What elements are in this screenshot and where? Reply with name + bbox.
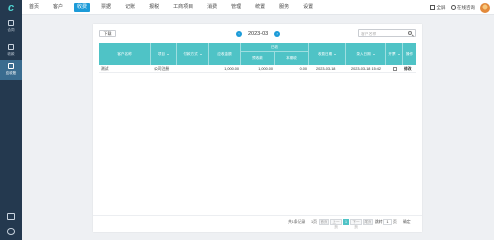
fullscreen-button[interactable]: 全屏 xyxy=(430,5,446,11)
nav-item-service[interactable]: 服务 xyxy=(276,3,292,12)
sort-icon xyxy=(397,53,400,55)
avatar[interactable] xyxy=(480,2,490,13)
pagination: 共1条记录 1页 首页 上一页 1 下一页 尾页 跳转 1 页 确定 xyxy=(93,215,422,229)
prev-month-button[interactable]: ‹ xyxy=(236,31,242,37)
sort-icon xyxy=(372,53,375,55)
nav-item-consumption[interactable]: 消费 xyxy=(204,3,220,12)
column-group-received: 已收 xyxy=(241,43,309,52)
page-count: 1页 xyxy=(311,220,317,224)
cell-charge-date: 2023-03-18 xyxy=(316,67,336,71)
prev-page-button[interactable]: 上一页 xyxy=(330,219,342,229)
online-service-button[interactable]: 在线咨询 xyxy=(450,4,475,11)
table-row: 测试 公司注册 1,000.00 1,000.00 0.00 2023-03-1… xyxy=(99,65,416,73)
last-page-button[interactable]: 尾页 xyxy=(363,219,373,225)
cell-customer: 测试 xyxy=(101,67,109,71)
sidebar-item-receivable[interactable]: 应收账 xyxy=(0,60,22,80)
download-button[interactable]: 下载 xyxy=(99,30,116,37)
fullscreen-icon xyxy=(430,5,435,10)
column-header-invoice[interactable]: 开票 xyxy=(386,43,403,65)
nav-item-home[interactable]: 首页 xyxy=(26,3,42,12)
sidebar-item-contract[interactable]: 合同 xyxy=(0,17,22,37)
payment-icon xyxy=(8,44,14,50)
nav-item-tax[interactable]: 报税 xyxy=(146,3,162,12)
sidebar-item-label: 合同 xyxy=(7,28,15,32)
current-page-button[interactable]: 1 xyxy=(343,219,349,225)
receivable-icon xyxy=(8,63,14,69)
nav-item-management[interactable]: 管理 xyxy=(228,3,244,12)
column-header-current: 本期收 xyxy=(275,52,309,65)
nav-item-bookkeeping[interactable]: 记账 xyxy=(122,3,138,12)
edit-link[interactable]: 修改 xyxy=(404,65,412,73)
cell-advance: 1,000.00 xyxy=(258,67,273,71)
column-header-advance: 预收款 xyxy=(241,52,275,65)
top-nav-bar: 首页 客户 收费 票据 记账 报税 工商项目 消费 管理 统置 服务 设置 全屏… xyxy=(22,0,494,15)
first-page-button[interactable]: 首页 xyxy=(319,219,329,225)
goto-label: 跳转 xyxy=(375,220,383,224)
sidebar: c 合同 收款 应收账 xyxy=(0,0,22,240)
cell-entry-date: 2023-03-18 15:42 xyxy=(351,67,381,71)
column-header-entry-date[interactable]: 录入日期 xyxy=(346,43,386,65)
month-navigator: ‹ 2023-03 › xyxy=(236,30,281,38)
dropdown-icon xyxy=(199,53,202,55)
search-input[interactable] xyxy=(361,30,405,37)
nav-item-settings[interactable]: 设置 xyxy=(300,3,316,12)
settings-icon[interactable] xyxy=(7,228,15,235)
nav-item-customers[interactable]: 客户 xyxy=(50,3,66,12)
sidebar-item-payment[interactable]: 收款 xyxy=(0,41,22,61)
contract-icon xyxy=(8,20,14,26)
customer-search xyxy=(358,29,416,37)
total-records: 共1条记录 xyxy=(288,220,306,224)
current-month: 2023-03 xyxy=(248,31,269,37)
page-unit: 页 xyxy=(393,220,397,224)
sidebar-item-label: 应收账 xyxy=(5,71,17,75)
dropdown-icon xyxy=(167,53,170,55)
headset-icon xyxy=(450,5,456,10)
chat-icon[interactable] xyxy=(7,213,15,220)
receivables-panel: 下载 ‹ 2023-03 › 客户名称 项目 付款方式 应收金额 已收 预收款 … xyxy=(93,24,422,232)
column-header-receivable: 应收金额 xyxy=(209,43,241,65)
nav-item-business-projects[interactable]: 工商项目 xyxy=(170,3,196,12)
column-header-charge-date[interactable]: 收费日期 xyxy=(309,43,346,65)
app-logo[interactable]: c xyxy=(3,2,19,15)
sidebar-item-label: 收款 xyxy=(7,52,15,56)
online-service-label: 在线咨询 xyxy=(457,4,475,10)
column-header-payment-method[interactable]: 付款方式 xyxy=(177,43,209,65)
cell-receivable: 1,000.00 xyxy=(224,67,239,71)
confirm-jump-button[interactable]: 确定 xyxy=(403,219,411,225)
top-right-tools: 全屏 在线咨询 xyxy=(430,2,490,13)
fullscreen-label: 全屏 xyxy=(436,4,446,10)
column-header-customer[interactable]: 客户名称 xyxy=(99,43,151,65)
table-header: 客户名称 项目 付款方式 应收金额 已收 预收款 本期收 收费日期 录入日期 开… xyxy=(99,43,416,65)
main-nav: 首页 客户 收费 票据 记账 报税 工商项目 消费 管理 统置 服务 设置 xyxy=(26,3,324,12)
nav-item-fees[interactable]: 收费 xyxy=(74,3,91,12)
nav-item-invoices[interactable]: 票据 xyxy=(98,3,114,12)
invoice-checkbox[interactable] xyxy=(393,67,397,71)
search-icon[interactable] xyxy=(408,31,412,36)
next-month-button[interactable]: › xyxy=(274,31,281,37)
cell-item: 公司注册 xyxy=(154,67,170,71)
cell-current: 0.00 xyxy=(299,67,307,71)
nav-item-statistics[interactable]: 统置 xyxy=(252,3,268,12)
next-page-button[interactable]: 下一页 xyxy=(350,219,362,229)
column-header-item[interactable]: 项目 xyxy=(151,43,177,65)
sort-icon xyxy=(334,53,337,55)
column-header-operation: 操作 xyxy=(405,52,414,56)
page-jump-input[interactable]: 1 xyxy=(383,219,392,225)
